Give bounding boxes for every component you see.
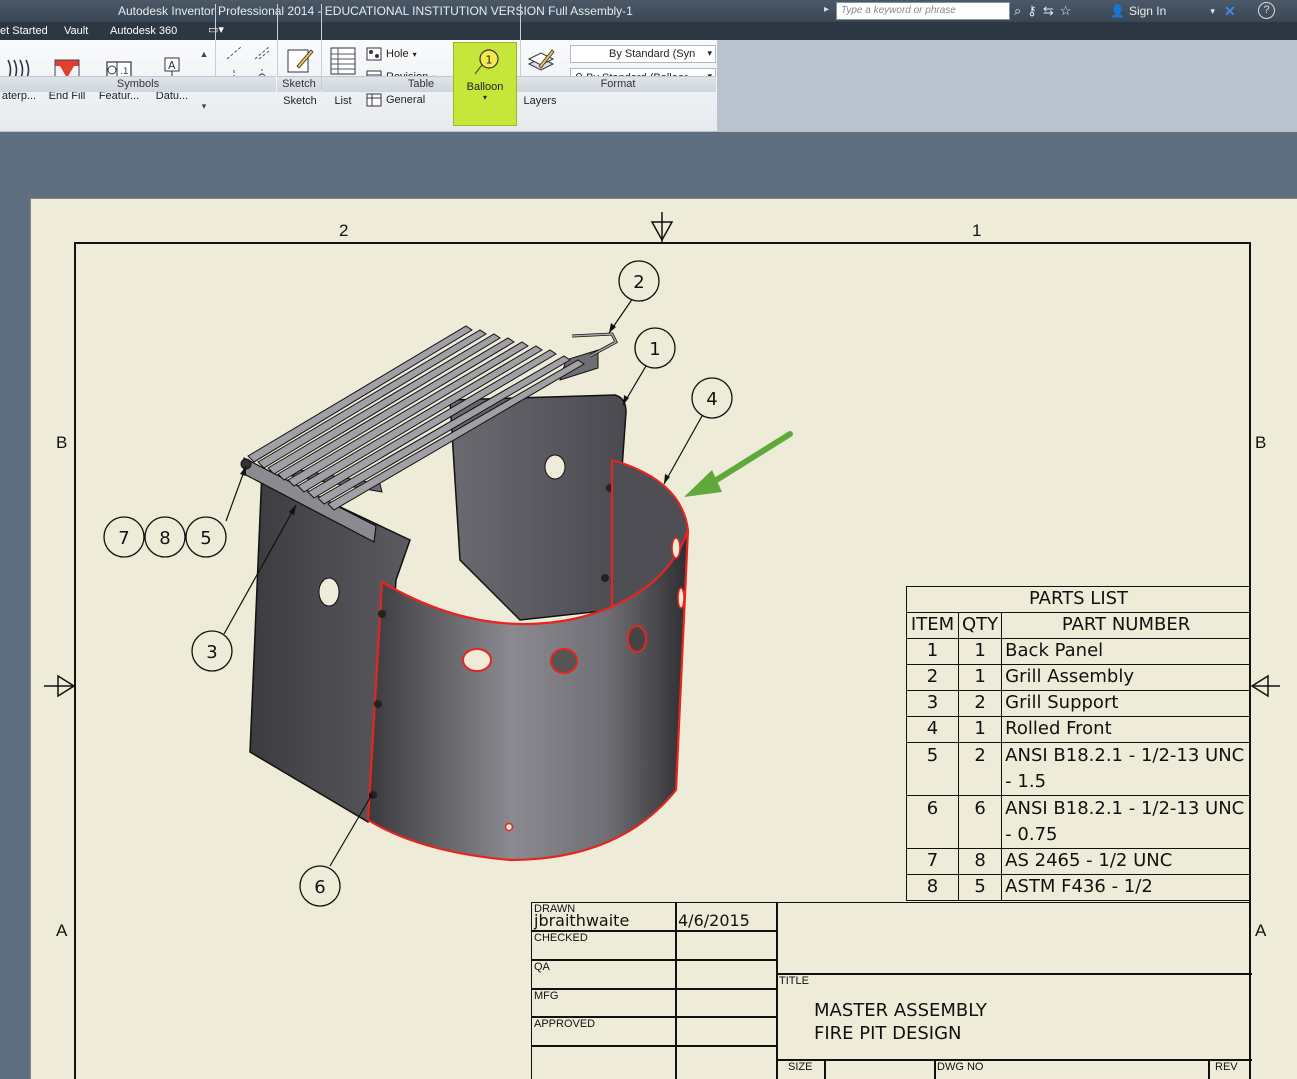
balloon-6[interactable]: 6 [314,877,325,898]
bolt [374,700,382,708]
cell-item: 6 [906,795,959,849]
cell-part-number: AS 2465 - 1/2 UNC [1001,848,1251,875]
cell-part-number: Rolled Front [1001,716,1251,743]
panel-hole [544,454,566,480]
cell-item: 7 [906,848,959,875]
drawing-title-line-1[interactable]: MASTER ASSEMBLY [814,999,987,1022]
cell-qty: 1 [957,638,1003,665]
cell-part-number: ANSI B18.2.1 - 1/2-13 UNC - 1.5 [1001,742,1251,796]
cell-part-number: ANSI B18.2.1 - 1/2-13 UNC - 0.75 [1001,795,1251,849]
cell-item: 5 [906,742,959,796]
bolt [378,610,386,618]
tb-divider [532,959,777,961]
front-hole [550,648,578,674]
front-hole [462,648,492,672]
balloon-5[interactable]: 5 [200,528,211,549]
table-row[interactable]: 7 8 AS 2465 - 1/2 UNC [906,848,1251,875]
table-row[interactable]: 6 6 ANSI B18.2.1 - 1/2-13 UNC - 0.75 [906,795,1251,849]
table-row[interactable]: 5 2 ANSI B18.2.1 - 1/2-13 UNC - 1.5 [906,742,1251,796]
tb-divider [824,1059,826,1079]
balloon-2[interactable]: 2 [633,272,644,293]
parts-list-table[interactable]: PARTS LIST ITEM QTY PART NUMBER 1 1 Back… [906,586,1251,901]
cell-part-number: Grill Assembly [1001,664,1251,691]
front-hole [504,822,514,832]
rev-label: REV [1215,1061,1238,1073]
panel-hole [318,577,340,607]
cell-qty: 8 [957,848,1003,875]
cell-part-number: Grill Support [1001,690,1251,717]
header-item: ITEM [906,612,959,639]
cell-part-number: ASTM F436 - 1/2 [1001,874,1251,901]
cell-qty: 2 [957,690,1003,717]
balloon-4[interactable]: 4 [706,389,717,410]
cell-qty: 1 [957,716,1003,743]
cell-qty: 1 [957,664,1003,691]
tb-divider [532,988,777,990]
title-label: TITLE [779,975,809,987]
tb-divider [532,1045,777,1047]
cell-part-number: Back Panel [1001,638,1251,665]
cell-item: 1 [906,638,959,665]
drawing-title-line-2[interactable]: FIRE PIT DESIGN [814,1022,962,1045]
cell-qty: 5 [957,874,1003,901]
front-hole [671,537,681,559]
approved-label: APPROVED [534,1018,596,1030]
qa-label: QA [534,961,550,973]
header-part-number: PART NUMBER [1001,612,1251,639]
cell-item: 8 [906,874,959,901]
drawn-date-value[interactable]: 4/6/2015 [678,911,750,930]
table-row[interactable]: 8 5 ASTM F436 - 1/2 [906,874,1251,901]
cell-item: 2 [906,664,959,691]
size-label: SIZE [788,1061,813,1073]
table-row[interactable]: 4 1 Rolled Front [906,716,1251,743]
cell-qty: 2 [957,742,1003,796]
green-callout-arrow [684,431,793,497]
balloon-1[interactable]: 1 [649,339,660,360]
parts-list-title: PARTS LIST [906,586,1251,613]
back-panel-right [449,394,627,621]
cell-item: 4 [906,716,959,743]
table-row[interactable]: 2 1 Grill Assembly [906,664,1251,691]
tb-divider [776,973,1252,975]
cell-item: 3 [906,690,959,717]
balloon-7[interactable]: 7 [118,528,129,549]
drawn-by-value[interactable]: jbraithwaite [534,911,629,930]
balloon-8[interactable]: 8 [159,528,170,549]
balloon-3[interactable]: 3 [206,642,217,663]
mfg-label: MFG [534,990,559,1002]
dwg-no-label: DWG NO [937,1061,984,1073]
tb-divider [776,1059,1252,1061]
table-row[interactable]: 3 2 Grill Support [906,690,1251,717]
bolt [601,574,609,582]
tb-divider [1208,1059,1210,1079]
tb-divider [934,1059,936,1079]
checked-label: CHECKED [534,932,588,944]
title-block[interactable]: DRAWN jbraithwaite 4/6/2015 CHECKED QA M… [531,902,1252,1079]
table-row[interactable]: 1 1 Back Panel [906,638,1251,665]
header-qty: QTY [957,612,1003,639]
front-hole [677,587,685,609]
front-hole [627,625,647,653]
cell-qty: 6 [957,795,1003,849]
